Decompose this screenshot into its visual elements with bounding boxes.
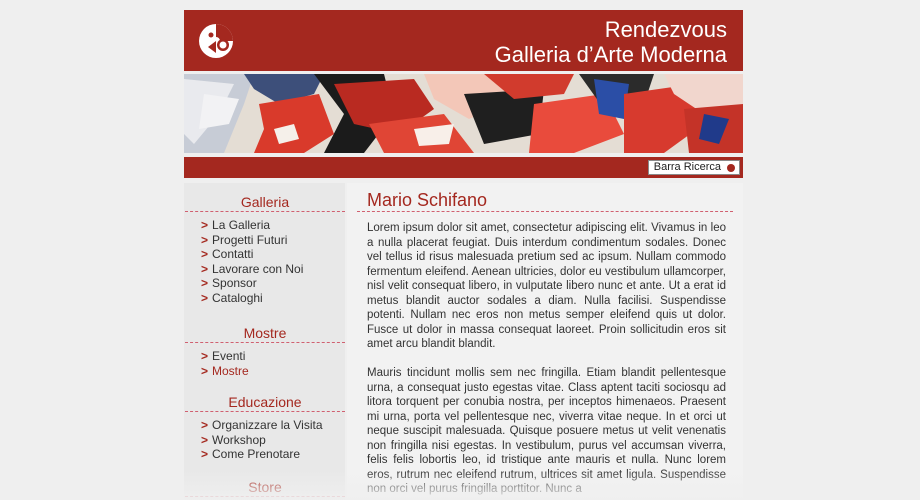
sidebar-item-label: Workshop bbox=[212, 432, 266, 447]
sidebar-item-label: Eventi bbox=[212, 349, 246, 363]
sidebar-item-sponsor[interactable]: > Sponsor bbox=[201, 276, 345, 291]
chevron-right-icon: > bbox=[201, 363, 209, 378]
chevron-right-icon: > bbox=[201, 432, 209, 447]
sidebar-item-label: Organizzare la Visita bbox=[212, 418, 323, 432]
sidebar-item-come-prenotare[interactable]: > Come Prenotare bbox=[201, 447, 345, 462]
sidebar-item-label: La Galleria bbox=[212, 218, 271, 232]
site-title: Rendezvous Galleria d’Arte Moderna bbox=[495, 17, 727, 67]
sidebar-item-mostre[interactable]: > Mostre bbox=[201, 364, 345, 379]
sidebar-section-store: Store bbox=[184, 478, 345, 497]
article-body: Lorem ipsum dolor sit amet, consectetur … bbox=[367, 221, 726, 500]
sidebar-item-label: Mostre bbox=[212, 363, 249, 378]
page-title: Mario Schifano bbox=[367, 190, 488, 210]
sidebar-item-label: Come Prenotare bbox=[212, 447, 301, 461]
sidebar-section-educazione: Educazione > Organizzare la Visita > Works… bbox=[184, 393, 345, 462]
search-button[interactable]: Barra Ricerca bbox=[647, 160, 740, 175]
sidebar-item-label: Contatti bbox=[212, 247, 254, 261]
sidebar-item-workshop[interactable]: > Workshop bbox=[201, 433, 345, 448]
header: Rendezvous Galleria d’Arte Moderna bbox=[184, 10, 743, 71]
sidebar-item-label: Lavorare con Noi bbox=[212, 261, 304, 276]
dot-icon bbox=[727, 164, 735, 172]
banner-image bbox=[184, 74, 743, 153]
chevron-right-icon: > bbox=[201, 218, 209, 232]
sidebar-list-galleria: > La Galleria > Progetti Futuri > Contatti … bbox=[184, 212, 345, 305]
sidebar-item-eventi[interactable]: > Eventi bbox=[201, 349, 345, 364]
sidebar-item-cataloghi[interactable]: > Cataloghi bbox=[201, 291, 345, 306]
chevron-right-icon: > bbox=[201, 232, 209, 247]
chevron-right-icon: > bbox=[201, 276, 209, 290]
chevron-right-icon: > bbox=[201, 349, 209, 363]
chevron-right-icon: > bbox=[201, 290, 209, 305]
page: Rendezvous Galleria d’Arte Moderna Barra… bbox=[184, 10, 743, 500]
abstract-painting bbox=[184, 74, 743, 153]
chevron-right-icon: > bbox=[201, 418, 209, 432]
sidebar-item-organizzare-la-visita[interactable]: > Organizzare la Visita bbox=[201, 418, 345, 433]
sidebar-list-mostre: > Eventi > Mostre bbox=[184, 343, 345, 378]
sidebar-item-contatti[interactable]: > Contatti bbox=[201, 247, 345, 262]
sidebar-section-galleria: Galleria > La Galleria > Progetti Futuri >… bbox=[184, 193, 345, 305]
paragraph: Mauris tincidunt mollis sem nec fringill… bbox=[367, 367, 726, 495]
sidebar-heading-store: Store bbox=[185, 478, 345, 497]
sidebar-item-progetti-futuri[interactable]: > Progetti Futuri bbox=[201, 233, 345, 248]
site-title-line1: Rendezvous bbox=[604, 17, 727, 42]
sidebar-item-la-galleria[interactable]: > La Galleria bbox=[201, 218, 345, 233]
search-button-label: Barra Ricerca bbox=[653, 161, 721, 173]
logo-icon[interactable] bbox=[198, 23, 234, 59]
search-bar: Barra Ricerca bbox=[184, 157, 743, 178]
sidebar-item-label: Sponsor bbox=[212, 276, 257, 290]
sidebar-section-mostre: Mostre > Eventi > Mostre bbox=[184, 324, 345, 378]
sidebar-heading-educazione: Educazione bbox=[185, 393, 345, 412]
sidebar-heading-mostre: Mostre bbox=[185, 324, 345, 343]
sidebar-item-lavorare-con-noi[interactable]: > Lavorare con Noi bbox=[201, 262, 345, 277]
chevron-right-icon: > bbox=[201, 261, 209, 276]
sidebar-item-label: Progetti Futuri bbox=[212, 232, 288, 247]
sidebar-item-label: Cataloghi bbox=[212, 290, 263, 305]
sidebar-heading-galleria: Galleria bbox=[185, 193, 345, 212]
title-divider bbox=[357, 211, 733, 212]
paragraph: Lorem ipsum dolor sit amet, consectetur … bbox=[367, 222, 726, 350]
site-title-line2: Galleria d’Arte Moderna bbox=[494, 42, 727, 67]
main-content: Mario Schifano Lorem ipsum dolor sit ame… bbox=[347, 183, 743, 500]
chevron-right-icon: > bbox=[201, 447, 209, 461]
sidebar: Galleria > La Galleria > Progetti Futuri >… bbox=[184, 183, 345, 500]
sidebar-list-educazione: > Organizzare la Visita > Workshop > Come P… bbox=[184, 412, 345, 462]
chevron-right-icon: > bbox=[201, 247, 209, 261]
